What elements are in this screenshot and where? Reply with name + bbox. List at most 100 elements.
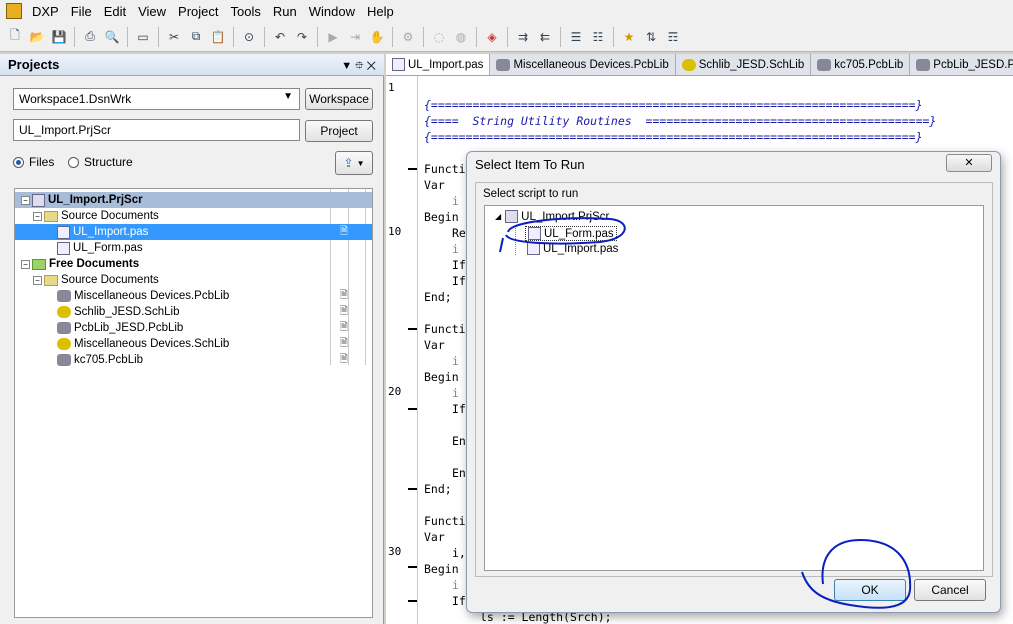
undo-icon[interactable]: ↶ xyxy=(271,28,289,46)
project-field[interactable]: UL_Import.PrjScr xyxy=(13,119,300,141)
run-icon[interactable]: ▶ xyxy=(324,28,342,46)
group-label: Select script to run xyxy=(483,188,579,200)
tree-item-schlib-jesd[interactable]: Schlib_JESD.SchLib 🗎 xyxy=(15,304,372,320)
watch-icon[interactable]: ◈ xyxy=(483,28,501,46)
code-line: Re xyxy=(452,226,466,240)
step-icon[interactable]: ⇥ xyxy=(346,28,364,46)
workspace-button[interactable]: Workspace xyxy=(305,88,373,110)
tree-item-ul-form-pas[interactable]: UL_Form.pas xyxy=(15,240,372,256)
menu-view[interactable]: View xyxy=(132,4,172,19)
pascal-file-icon xyxy=(57,225,70,239)
project-options-button[interactable]: ⇪ ▼ xyxy=(335,151,373,175)
tab-kc705-pcblib[interactable]: kc705.PcbLib xyxy=(811,54,911,75)
menu-help[interactable]: Help xyxy=(361,4,400,19)
print-icon[interactable]: ⎙ xyxy=(81,28,99,46)
menu-file[interactable]: File xyxy=(65,4,98,19)
indent-icon[interactable]: ⇉ xyxy=(514,28,532,46)
find-icon[interactable]: ⊙ xyxy=(240,28,258,46)
tree-item-project[interactable]: − UL_Import.PrjScr xyxy=(15,192,372,208)
compile-icon[interactable]: ⚙ xyxy=(399,28,417,46)
pcblib-icon xyxy=(57,354,71,366)
paste-icon[interactable]: 📋 xyxy=(209,28,227,46)
close-button[interactable]: ✕ xyxy=(946,154,992,172)
structure-radio[interactable]: Structure xyxy=(68,155,133,169)
document-icon: 🗎 xyxy=(339,225,348,237)
list-icon[interactable]: ☶ xyxy=(664,28,682,46)
toolbar-separator xyxy=(476,26,477,47)
tab-pcblib-jesd[interactable]: PcbLib_JESD.PcbLib xyxy=(910,54,1013,75)
panel-pin-icon[interactable]: ▼ ⯐ ✕ xyxy=(341,57,376,72)
collapse-icon[interactable]: − xyxy=(33,211,42,221)
collapse-icon[interactable]: − xyxy=(21,259,30,269)
schlib-icon xyxy=(681,58,696,71)
fold-marker[interactable] xyxy=(408,566,417,568)
menu-window[interactable]: Window xyxy=(303,4,361,19)
chevron-down-icon: ▼ xyxy=(283,91,293,102)
tree-item-source-documents[interactable]: − Source Documents xyxy=(15,208,372,224)
pcblib-icon xyxy=(916,58,931,71)
folder-icon xyxy=(32,258,46,270)
menu-edit[interactable]: Edit xyxy=(98,4,132,19)
tree-item-pcblib-jesd[interactable]: PcbLib_JESD.PcbLib 🗎 xyxy=(15,320,372,336)
pcblib-icon xyxy=(496,58,511,71)
workspace-dropdown[interactable]: Workspace1.DsnWrk ▼ xyxy=(13,88,300,110)
collapse-icon[interactable]: − xyxy=(33,275,42,285)
menu-tools[interactable]: Tools xyxy=(225,4,267,19)
outdent-icon[interactable]: ⇇ xyxy=(536,28,554,46)
tree-item-free-documents[interactable]: − Free Documents xyxy=(15,256,372,272)
breakpoint-icon[interactable]: ◌ xyxy=(430,28,448,46)
dialog-title: Select Item To Run xyxy=(475,157,585,172)
tab-misc-devices-pcblib[interactable]: Miscellaneous Devices.PcbLib xyxy=(490,54,676,75)
toolbar-separator xyxy=(264,26,265,47)
cut-icon[interactable]: ✂ xyxy=(165,28,183,46)
dialog-tree-item-ul-import[interactable]: UL_Import.pas xyxy=(527,242,618,255)
new-icon[interactable]: 🗋 xyxy=(6,28,24,46)
menu-dxp[interactable]: DXP xyxy=(26,4,65,19)
dialog-tree-item-project[interactable]: ◢ UL_Import.PrjScr xyxy=(495,210,609,223)
tree-item-label: Source Documents xyxy=(61,210,159,222)
tree-item-label: UL_Form.pas xyxy=(73,242,143,254)
bookmark-icon[interactable]: ★ xyxy=(620,28,638,46)
menu-run[interactable]: Run xyxy=(267,4,303,19)
code-line: i xyxy=(452,354,459,368)
fold-marker[interactable] xyxy=(408,600,417,602)
project-tree: − UL_Import.PrjScr − Source Documents UL… xyxy=(14,188,373,618)
tree-item-label: PcbLib_JESD.PcbLib xyxy=(74,322,184,334)
tab-label: PcbLib_JESD.PcbLib xyxy=(933,58,1013,71)
tree-item-misc-devices-schlib[interactable]: Miscellaneous Devices.SchLib 🗎 xyxy=(15,336,372,352)
project-value: UL_Import.PrjScr xyxy=(19,123,112,137)
expanded-triangle-icon[interactable]: ◢ xyxy=(495,212,501,221)
tab-ul-import-pas[interactable]: UL_Import.pas xyxy=(386,54,491,75)
code-line: Var xyxy=(424,178,445,192)
evaluate-icon[interactable]: ◍ xyxy=(452,28,470,46)
ok-button[interactable]: OK xyxy=(834,579,906,601)
tree-item-misc-devices-pcblib[interactable]: Miscellaneous Devices.PcbLib 🗎 xyxy=(15,288,372,304)
toggle-icon[interactable]: ⇅ xyxy=(642,28,660,46)
pause-icon[interactable]: ✋ xyxy=(368,28,386,46)
document-icon: 🗎 xyxy=(339,289,348,301)
copy-icon[interactable]: ⧉ xyxy=(187,28,205,46)
cancel-button[interactable]: Cancel xyxy=(914,579,986,601)
tree-item-kc705-pcblib[interactable]: kc705.PcbLib 🗎 xyxy=(15,352,372,368)
save-icon[interactable]: 💾 xyxy=(50,28,68,46)
open-icon[interactable]: 📂 xyxy=(28,28,46,46)
open-project-icon[interactable]: ▭ xyxy=(134,28,152,46)
dialog-tree-item-ul-form[interactable]: UL_Form.pas xyxy=(525,226,617,241)
project-button[interactable]: Project xyxy=(305,120,373,142)
collapse-icon[interactable]: − xyxy=(21,195,30,205)
redo-icon[interactable]: ↷ xyxy=(293,28,311,46)
tree-item-ul-import-pas[interactable]: UL_Import.pas 🗎 xyxy=(15,224,372,240)
files-radio[interactable]: Files xyxy=(13,155,54,169)
menu-project[interactable]: Project xyxy=(172,4,224,19)
radio-checked-icon xyxy=(13,156,24,168)
print-preview-icon[interactable]: 🔍 xyxy=(103,28,121,46)
comment-icon[interactable]: ☰ xyxy=(567,28,585,46)
fold-marker[interactable] xyxy=(408,328,417,330)
fold-marker[interactable] xyxy=(408,168,417,170)
uncomment-icon[interactable]: ☷ xyxy=(589,28,607,46)
fold-marker[interactable] xyxy=(408,408,417,410)
tree-item-source-documents-2[interactable]: − Source Documents xyxy=(15,272,372,288)
tree-item-label: UL_Import.PrjScr xyxy=(48,194,143,206)
tab-schlib-jesd[interactable]: Schlib_JESD.SchLib xyxy=(676,54,812,75)
fold-marker[interactable] xyxy=(408,488,417,490)
